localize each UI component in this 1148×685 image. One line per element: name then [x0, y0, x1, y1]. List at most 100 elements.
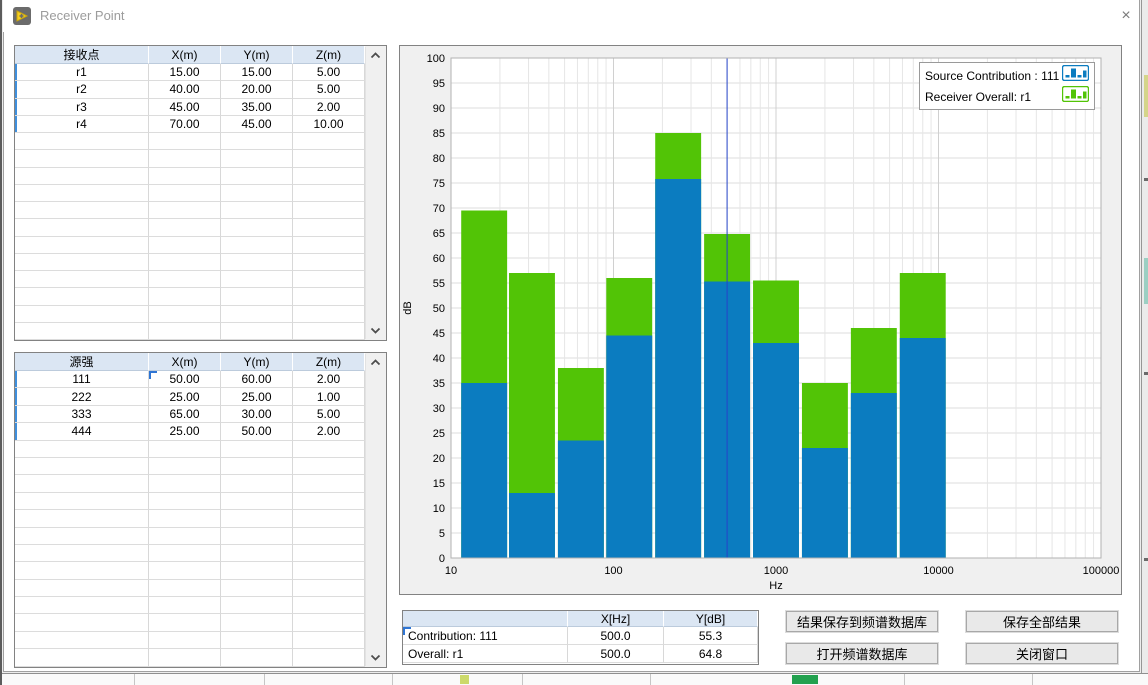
spectrum-chart: 0510152025303540455055606570758085909510…	[400, 46, 1121, 594]
table-row: r240.0020.005.00	[15, 81, 365, 98]
table-cell[interactable]: 50.00	[221, 423, 293, 440]
table-cell[interactable]: 222	[15, 388, 149, 405]
scroll-down-icon[interactable]	[366, 649, 385, 666]
close-window-button[interactable]: 关闭窗口	[966, 643, 1118, 664]
table-cell	[293, 185, 365, 202]
table-cell	[149, 219, 221, 236]
table-cell[interactable]: 35.00	[221, 99, 293, 116]
row-selection-marker	[15, 81, 17, 97]
table-cell[interactable]: 30.00	[221, 406, 293, 423]
source-strength-table-panel: 源强X(m)Y(m)Z(m)11150.0060.002.0022225.002…	[14, 352, 387, 668]
empty-table-row	[15, 323, 365, 340]
bar-plot-icon	[1062, 86, 1089, 107]
table-cell[interactable]: 60.00	[221, 371, 293, 388]
y-tick-label: 35	[433, 378, 445, 390]
save-to-spectrum-db-button[interactable]: 结果保存到频谱数据库	[786, 611, 938, 632]
legend-row-overall: Receiver Overall: r1	[920, 86, 1094, 107]
table-cell[interactable]: 333	[15, 406, 149, 423]
x-tick-label: 10	[445, 565, 457, 577]
table-cell[interactable]: 65.00	[149, 406, 221, 423]
table-row: 44425.0050.002.00	[15, 423, 365, 440]
table-cell[interactable]: 111	[15, 371, 149, 388]
column-header	[403, 611, 568, 627]
y-tick-label: 0	[439, 553, 445, 565]
table-cell	[15, 510, 149, 527]
receiver-table-scrollbar[interactable]	[365, 47, 385, 339]
table-cell[interactable]: 25.00	[221, 388, 293, 405]
table-cell	[15, 545, 149, 562]
y-tick-label: 75	[433, 178, 445, 190]
table-cell	[221, 219, 293, 236]
table-cell[interactable]: 2.00	[293, 423, 365, 440]
table-cell	[149, 323, 221, 340]
open-spectrum-db-button[interactable]: 打开频谱数据库	[786, 643, 938, 664]
table-cell[interactable]: 40.00	[149, 81, 221, 98]
empty-table-row	[15, 562, 365, 579]
background-bottom-strip	[2, 673, 1148, 685]
table-cell	[149, 614, 221, 631]
table-cell[interactable]: 5.00	[293, 64, 365, 81]
table-cell[interactable]: 5.00	[293, 406, 365, 423]
table-cell[interactable]: 25.00	[149, 423, 221, 440]
table-cell	[293, 202, 365, 219]
table-cell	[293, 614, 365, 631]
table-cell	[149, 202, 221, 219]
table-cell[interactable]: 50.00	[149, 371, 221, 388]
column-header: X[Hz]	[568, 611, 664, 627]
labview-icon	[13, 7, 31, 25]
table-cell	[293, 475, 365, 492]
close-icon[interactable]: ×	[1111, 4, 1141, 28]
table-cell	[221, 254, 293, 271]
table-cell[interactable]: r3	[15, 99, 149, 116]
table-cell[interactable]: 45.00	[221, 116, 293, 133]
table-cell[interactable]: 10.00	[293, 116, 365, 133]
empty-table-row	[15, 632, 365, 649]
table-cell[interactable]: 70.00	[149, 116, 221, 133]
scroll-down-icon[interactable]	[366, 322, 385, 339]
table-cell[interactable]: r1	[15, 64, 149, 81]
table-cell	[149, 271, 221, 288]
table-cell[interactable]: 444	[15, 423, 149, 440]
empty-table-row	[15, 306, 365, 323]
table-cell	[293, 545, 365, 562]
table-cell	[149, 562, 221, 579]
bar-contribution	[900, 338, 946, 558]
table-cell[interactable]: 20.00	[221, 81, 293, 98]
table-cell[interactable]: 2.00	[293, 99, 365, 116]
y-tick-label: 60	[433, 253, 445, 265]
bar-contribution	[558, 441, 604, 559]
empty-table-row	[15, 649, 365, 666]
table-cell	[15, 441, 149, 458]
table-cell[interactable]: r4	[15, 116, 149, 133]
table-cell[interactable]: 5.00	[293, 81, 365, 98]
source-table-scrollbar[interactable]	[365, 354, 385, 666]
table-cell[interactable]: 25.00	[149, 388, 221, 405]
table-cell	[149, 254, 221, 271]
empty-table-row	[15, 202, 365, 219]
table-cell	[149, 237, 221, 254]
table-cell[interactable]: 1.00	[293, 388, 365, 405]
table-cell	[293, 271, 365, 288]
empty-table-row	[15, 493, 365, 510]
bar-contribution	[655, 179, 701, 558]
empty-table-row	[15, 185, 365, 202]
spectrum-chart-panel[interactable]: 0510152025303540455055606570758085909510…	[399, 45, 1122, 595]
y-tick-label: 65	[433, 228, 445, 240]
table-cell	[15, 288, 149, 305]
save-all-results-button[interactable]: 保存全部结果	[966, 611, 1118, 632]
table-cell[interactable]: 2.00	[293, 371, 365, 388]
y-tick-label: 55	[433, 278, 445, 290]
table-cell[interactable]: r2	[15, 81, 149, 98]
table-cell[interactable]: 15.00	[149, 64, 221, 81]
table-row: r115.0015.005.00	[15, 64, 365, 81]
scroll-up-icon[interactable]	[366, 47, 385, 64]
cell-selection-corner	[149, 371, 157, 379]
table-cell[interactable]: 15.00	[221, 64, 293, 81]
table-cell	[221, 649, 293, 666]
y-tick-label: 10	[433, 503, 445, 515]
table-cell[interactable]: 45.00	[149, 99, 221, 116]
empty-table-row	[15, 528, 365, 545]
empty-table-row	[15, 237, 365, 254]
scroll-up-icon[interactable]	[366, 354, 385, 371]
table-cell: Contribution: 111	[403, 627, 568, 645]
